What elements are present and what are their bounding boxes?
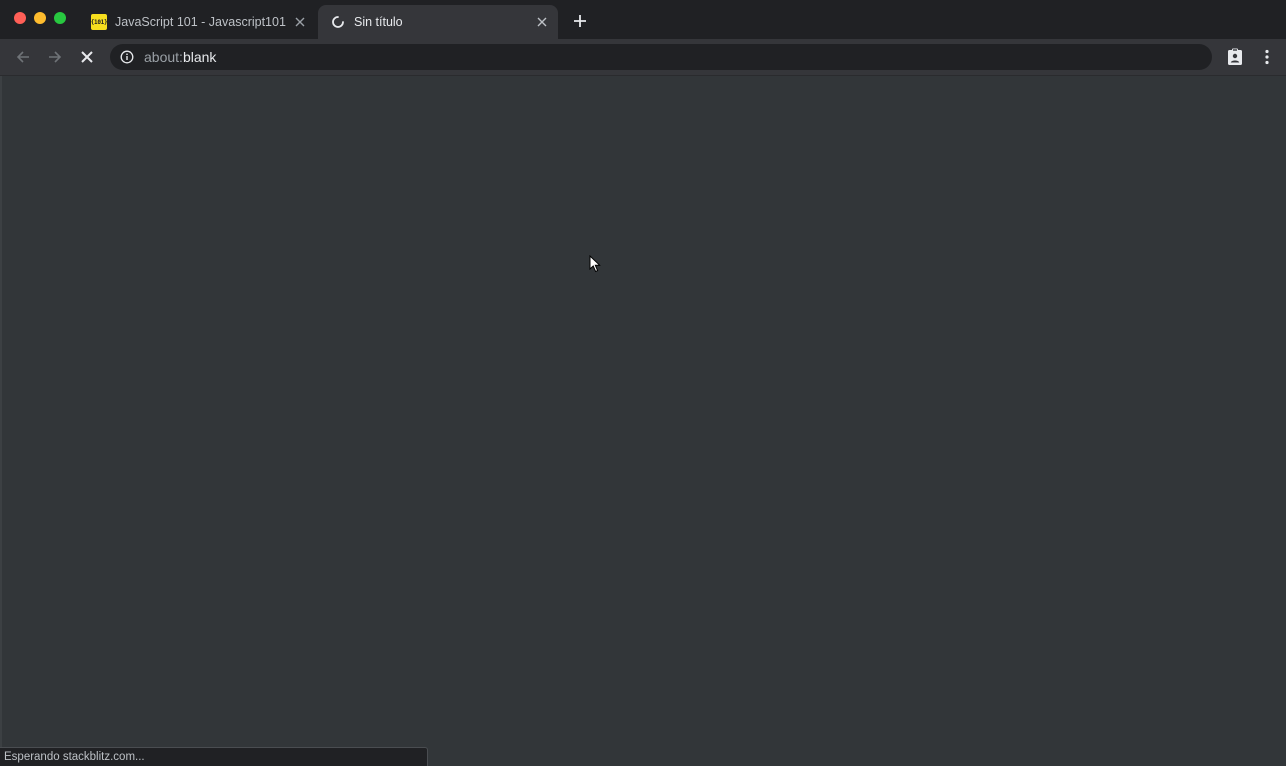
close-icon <box>81 51 93 63</box>
js101-logo-icon: {101} <box>91 14 108 30</box>
tab-javascript101[interactable]: {101} JavaScript 101 - Javascript101 <box>82 5 316 39</box>
arrow-right-icon <box>49 51 62 63</box>
address-bar[interactable]: about:blank <box>110 44 1212 70</box>
forward-button[interactable] <box>45 47 65 67</box>
tab-sin-titulo[interactable]: Sin título <box>318 5 558 39</box>
info-circle-icon[interactable] <box>120 50 134 64</box>
mouse-pointer-icon <box>589 255 601 273</box>
tab-title: JavaScript 101 - Javascript101 <box>115 15 286 29</box>
account-badge-icon <box>1228 48 1242 65</box>
tab-strip: {101} JavaScript 101 - Javascript101 Sin… <box>0 0 1286 39</box>
url-scheme: about: <box>144 49 183 65</box>
arrow-left-icon <box>16 51 29 63</box>
close-tab-icon[interactable] <box>534 14 550 30</box>
browser-window: {101} JavaScript 101 - Javascript101 Sin… <box>0 0 1286 766</box>
window-maximize-button[interactable] <box>54 12 66 24</box>
content-border <box>0 76 2 766</box>
tab-title: Sin título <box>354 15 403 29</box>
status-bubble: Esperando stackblitz.com... <box>0 747 428 766</box>
stop-loading-button[interactable] <box>77 47 97 67</box>
close-tab-icon[interactable] <box>292 14 308 30</box>
more-vert-icon <box>1265 49 1269 65</box>
toolbar: about:blank <box>0 39 1286 76</box>
window-close-button[interactable] <box>14 12 26 24</box>
loading-spinner-icon <box>330 14 346 30</box>
back-button[interactable] <box>13 47 33 67</box>
page-content[interactable] <box>0 76 1286 766</box>
new-tab-button[interactable] <box>570 11 590 31</box>
window-minimize-button[interactable] <box>34 12 46 24</box>
profile-button[interactable] <box>1225 47 1245 67</box>
url-text: about:blank <box>144 49 216 65</box>
browser-menu-button[interactable] <box>1257 47 1277 67</box>
url-path: blank <box>182 49 217 65</box>
plus-icon <box>574 15 586 27</box>
